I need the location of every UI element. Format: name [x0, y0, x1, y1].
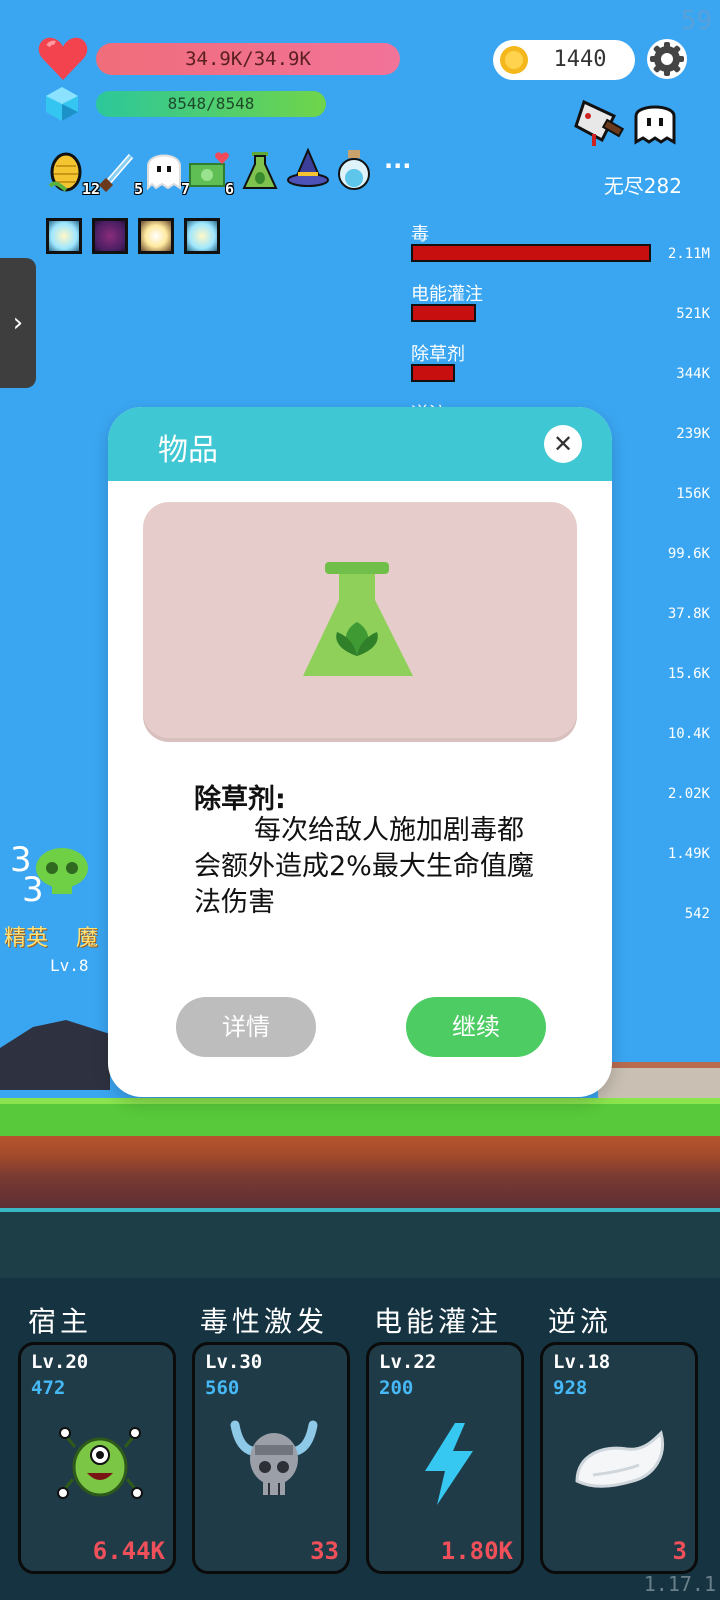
building: [598, 1062, 720, 1100]
skill-level: Lv.18: [553, 1351, 611, 1373]
skill-name: 宿主: [28, 1305, 93, 1338]
mp-bar: 8548/8548: [96, 91, 326, 117]
flask-icon: [242, 152, 278, 189]
lightning-icon: [425, 1423, 473, 1505]
dialog-title: 物品: [158, 433, 218, 468]
cleaver-icon: [574, 98, 626, 152]
detail-button[interactable]: 详情: [176, 997, 316, 1057]
item-preview: [143, 502, 577, 742]
skill-card-host[interactable]: Lv.20 472 6.44K: [18, 1342, 176, 1574]
close-button[interactable]: ✕: [544, 425, 582, 463]
coin-amount: 1440: [553, 47, 607, 72]
item-name: 除草剂:: [194, 784, 286, 815]
damage-bar: [411, 364, 455, 382]
item-dialog: 物品 ✕ 除草剂: 每次给敌人施加剧毒都会额外造成2%最大生命值魔法伤害 详情 …: [108, 407, 612, 1097]
item-slot[interactable]: 6: [188, 150, 234, 198]
skill-stat: 33: [310, 1537, 339, 1565]
damage-value: 542: [684, 906, 710, 922]
damage-value: 15.6K: [667, 666, 710, 682]
skill-value: 928: [553, 1377, 588, 1399]
coin-counter: 1440: [493, 40, 635, 80]
skill-value: 472: [31, 1377, 66, 1399]
damage-value: 1.49K: [667, 846, 710, 862]
enemy-level: Lv.8: [50, 956, 89, 975]
damage-source-label: 毒: [411, 224, 429, 245]
skill-stat: 6.44K: [92, 1537, 165, 1565]
damage-value: 156K: [676, 486, 710, 502]
heart-icon: [38, 36, 88, 86]
item-slot[interactable]: [334, 148, 374, 192]
herbicide-flask-icon: [303, 562, 413, 676]
skill-value: 560: [205, 1377, 240, 1399]
buff-slot: [92, 218, 128, 254]
skill-value: 200: [379, 1377, 414, 1399]
skill-name: 逆流: [548, 1305, 613, 1338]
item-count: 6: [224, 180, 234, 198]
ghost-icon: [147, 154, 181, 191]
item-slot[interactable]: 12: [46, 150, 100, 198]
stage-label: 无尽282: [603, 174, 682, 198]
ground-dirt: [0, 1136, 720, 1208]
dialog-header: 物品 ✕: [108, 407, 612, 481]
item-slot[interactable]: [286, 147, 330, 192]
damage-value: 239K: [676, 426, 710, 442]
potion-icon: [338, 150, 370, 190]
skill-level: Lv.20: [31, 1351, 89, 1373]
fps-counter: 59: [680, 6, 712, 36]
virus-monster-icon: [57, 1427, 143, 1499]
buff-slot: [184, 218, 220, 254]
enemy-sprite: [0, 1020, 110, 1090]
enemy-tag: 精英: [4, 926, 49, 951]
sword-icon: [98, 154, 134, 193]
gem-icon: [44, 86, 80, 126]
damage-source-label: 除草剂: [411, 344, 465, 365]
skill-card-toxic[interactable]: Lv.30 560 33: [192, 1342, 350, 1574]
version-label: 1.17.1: [643, 1572, 716, 1596]
ground-grass: [0, 1098, 720, 1136]
damage-value: 10.4K: [667, 726, 710, 742]
damage-value: 521K: [676, 306, 710, 322]
skill-stat: 3: [672, 1537, 687, 1565]
hp-bar: 34.9K/34.9K: [96, 43, 400, 75]
damage-value: 2.11M: [667, 246, 710, 262]
damage-value: 99.6K: [667, 546, 710, 562]
damage-source-label: 电能灌注: [411, 284, 483, 305]
item-slot[interactable]: 7: [144, 150, 190, 198]
side-panel-toggle[interactable]: ›: [0, 258, 36, 388]
item-count: 5: [133, 180, 143, 198]
continue-button[interactable]: 继续: [406, 997, 546, 1057]
damage-value: 2.02K: [667, 786, 710, 802]
skill-card-backflow[interactable]: Lv.18 928 3: [540, 1342, 698, 1574]
skill-stat: 1.80K: [440, 1537, 513, 1565]
skill-level: Lv.22: [379, 1351, 437, 1373]
skill-name: 毒性激发: [200, 1305, 329, 1338]
enemy-tag: 魔: [76, 926, 99, 951]
damage-value: 37.8K: [667, 606, 710, 622]
wizard-hat-icon: [287, 147, 329, 187]
ground-water: [0, 1208, 720, 1278]
damage-bar: [411, 244, 651, 262]
buff-slot: [46, 218, 82, 254]
item-slot[interactable]: [240, 150, 280, 192]
buff-slot: [138, 218, 174, 254]
more-items-button[interactable]: ···: [384, 152, 411, 180]
skill-name: 电能灌注: [374, 1305, 503, 1338]
damage-value: 344K: [676, 366, 710, 382]
item-slot[interactable]: 5: [97, 150, 143, 198]
wing-icon: [575, 1430, 664, 1488]
chevron-right-icon: ›: [12, 308, 24, 338]
skill-level: Lv.30: [205, 1351, 263, 1373]
damage-bar: [411, 304, 476, 322]
corn-icon: [48, 152, 82, 192]
poison-skull-icon: [36, 848, 88, 894]
viking-skull-icon: [230, 1420, 318, 1495]
close-icon: ✕: [552, 430, 574, 458]
settings-gear-icon[interactable]: [646, 38, 688, 84]
skill-card-charge[interactable]: Lv.22 200 1.80K: [366, 1342, 524, 1574]
ghost-boss-icon: [630, 98, 680, 152]
item-description: 每次给敌人施加剧毒都会额外造成2%最大生命值魔法伤害: [194, 815, 534, 918]
